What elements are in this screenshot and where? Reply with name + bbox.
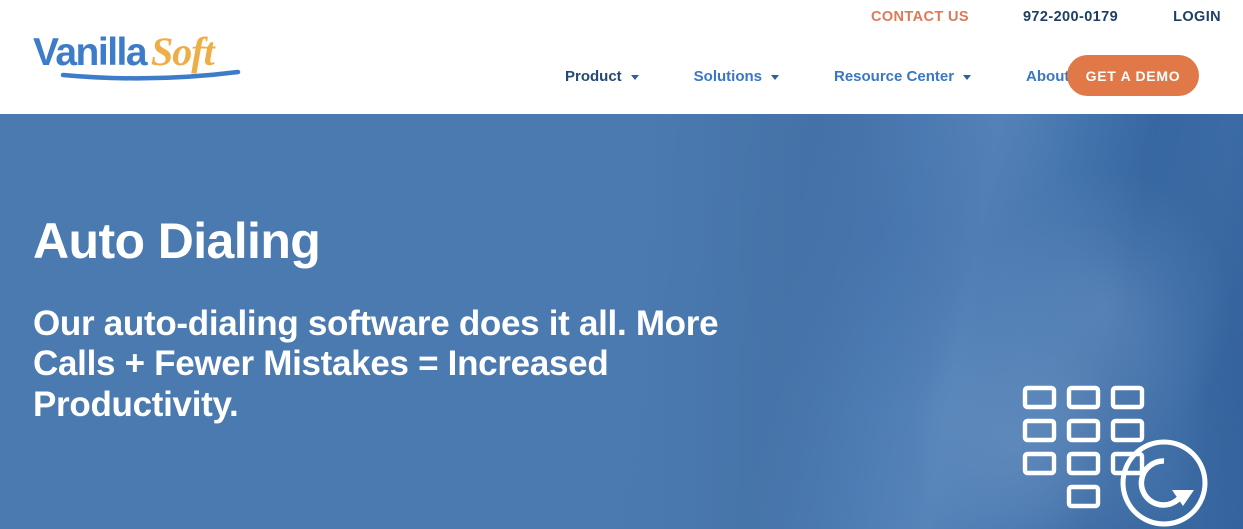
chevron-down-icon (630, 74, 639, 80)
nav-item-solutions[interactable]: Solutions (694, 68, 779, 85)
nav-items-list: Product Solutions Resource Center About (565, 56, 1141, 96)
nav-item-label: Solutions (693, 67, 762, 85)
chevron-down-icon (963, 74, 972, 80)
main-navigation: Product Solutions Resource Center About … (0, 55, 1243, 102)
login-link[interactable]: LOGIN (1173, 9, 1221, 25)
nav-item-label: About (1026, 67, 1070, 85)
dialpad-redial-icon (1022, 385, 1243, 529)
site-header: Vanilla Soft CONTACT US 972-200-0179 LOG… (0, 0, 1243, 114)
nav-item-label: Resource Center (834, 67, 955, 85)
get-a-demo-button[interactable]: GET A DEMO (1067, 55, 1199, 96)
page-root: Vanilla Soft CONTACT US 972-200-0179 LOG… (0, 0, 1243, 529)
utility-nav: CONTACT US 972-200-0179 LOGIN (871, 9, 1221, 25)
hero-section: Auto Dialing Our auto-dialing software d… (0, 114, 1243, 529)
hero-subtitle: Our auto-dialing software does it all. M… (33, 303, 719, 424)
page-title: Auto Dialing (33, 213, 321, 269)
phone-number-link[interactable]: 972-200-0179 (1023, 9, 1118, 25)
hero-text-block: Auto Dialing Our auto-dialing software d… (33, 215, 773, 425)
chevron-down-icon (771, 74, 779, 80)
nav-item-resource-center[interactable]: Resource Center (834, 67, 972, 85)
nav-item-product[interactable]: Product (565, 68, 639, 85)
nav-item-label: Product (565, 67, 622, 85)
refresh-icon (1120, 439, 1208, 527)
contact-us-link[interactable]: CONTACT US (871, 9, 969, 25)
